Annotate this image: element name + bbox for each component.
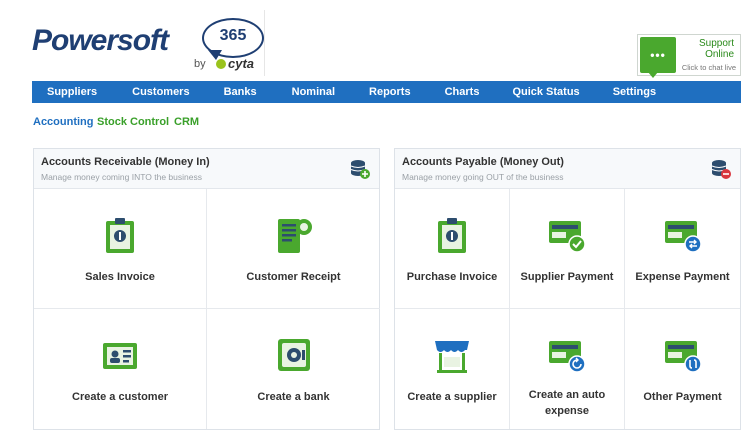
receivable-subtitle: Manage money coming INTO the business <box>41 172 202 182</box>
nav-settings[interactable]: Settings <box>613 86 656 98</box>
card-transfer-icon <box>664 341 702 373</box>
accounts-payable-panel: Accounts Payable (Money Out) Manage mone… <box>394 148 741 430</box>
sales-invoice-tile[interactable]: Sales Invoice <box>34 189 207 309</box>
card-check-icon <box>549 221 586 253</box>
payable-subtitle: Manage money going OUT of the business <box>402 172 564 182</box>
tile-label: Create an auto expense <box>528 389 606 417</box>
tile-label: Create a supplier <box>407 391 497 403</box>
tab-accounting[interactable]: Accounting <box>33 116 94 128</box>
create-customer-tile[interactable]: Create a customer <box>34 309 207 429</box>
accounts-receivable-panel: Accounts Receivable (Money In) Manage mo… <box>33 148 380 430</box>
create-supplier-tile[interactable]: Create a supplier <box>395 309 510 429</box>
tile-label: Supplier Payment <box>520 271 614 283</box>
card-refresh-icon <box>549 341 586 373</box>
tab-stock-control[interactable]: Stock Control <box>97 116 169 128</box>
logo-by-label: by <box>194 58 206 70</box>
invoice-clipboard-icon <box>106 218 134 253</box>
tile-label: Sales Invoice <box>85 271 155 283</box>
tile-label: Create a customer <box>72 391 168 403</box>
logo-wordmark: Powersoft <box>32 24 169 57</box>
support-label: Support <box>698 38 734 49</box>
cyta-logo: cyta <box>216 56 254 71</box>
support-online-button[interactable]: ••• Support Online Click to chat live <box>637 34 741 78</box>
main-nav: Suppliers Customers Banks Nominal Report… <box>32 81 741 103</box>
nav-reports[interactable]: Reports <box>369 86 411 98</box>
receivable-title: Accounts Receivable (Money In) <box>41 156 210 168</box>
logo-badge: 365 <box>219 27 247 44</box>
create-auto-expense-tile[interactable]: Create an auto expense <box>510 309 625 429</box>
app-root: Powersoft 365 by cyta ••• Support Online… <box>0 0 752 442</box>
coins-minus-icon <box>711 160 731 179</box>
tab-crm[interactable]: CRM <box>174 116 199 128</box>
safe-icon <box>277 339 310 371</box>
nav-banks[interactable]: Banks <box>224 86 257 98</box>
payable-tiles: Purchase Invoice Supplier Payment Expens… <box>395 189 740 429</box>
tile-label: Create a bank <box>257 391 330 403</box>
powersoft-logo[interactable]: Powersoft 365 by cyta <box>32 18 264 74</box>
storefront-icon <box>435 341 469 373</box>
other-payment-tile[interactable]: Other Payment <box>625 309 740 429</box>
nav-charts[interactable]: Charts <box>445 86 480 98</box>
card-exchange-icon <box>664 221 702 253</box>
supplier-payment-tile[interactable]: Supplier Payment <box>510 189 625 309</box>
receivable-tiles: Sales Invoice Customer Receipt Create a … <box>34 189 380 429</box>
coins-plus-icon <box>350 160 370 179</box>
online-label: Online <box>705 49 734 60</box>
cyta-wordmark: cyta <box>228 56 255 71</box>
invoice-clipboard-icon <box>438 218 466 253</box>
receivable-header: Accounts Receivable (Money In) Manage mo… <box>34 149 379 189</box>
chat-icon: ••• <box>640 37 676 78</box>
chat-dots: ••• <box>650 48 666 62</box>
customer-card-icon <box>103 343 137 369</box>
tile-label: Purchase Invoice <box>406 271 498 283</box>
chat-live-label: Click to chat live <box>681 63 736 72</box>
tile-label: Expense Payment <box>635 271 730 283</box>
receipt-icon <box>277 219 312 253</box>
purchase-invoice-tile[interactable]: Purchase Invoice <box>395 189 510 309</box>
tile-label: Other Payment <box>643 391 722 403</box>
header-divider <box>264 10 265 76</box>
cyta-dot-icon <box>216 59 226 69</box>
create-bank-tile[interactable]: Create a bank <box>207 309 380 429</box>
nav-nominal[interactable]: Nominal <box>292 86 335 98</box>
payable-header: Accounts Payable (Money Out) Manage mone… <box>395 149 740 189</box>
nav-customers[interactable]: Customers <box>132 86 189 98</box>
tile-label: Customer Receipt <box>246 271 341 283</box>
nav-suppliers[interactable]: Suppliers <box>47 86 97 98</box>
customer-receipt-tile[interactable]: Customer Receipt <box>207 189 380 309</box>
expense-payment-tile[interactable]: Expense Payment <box>625 189 740 309</box>
payable-title: Accounts Payable (Money Out) <box>402 156 564 168</box>
nav-quick-status[interactable]: Quick Status <box>512 86 579 98</box>
